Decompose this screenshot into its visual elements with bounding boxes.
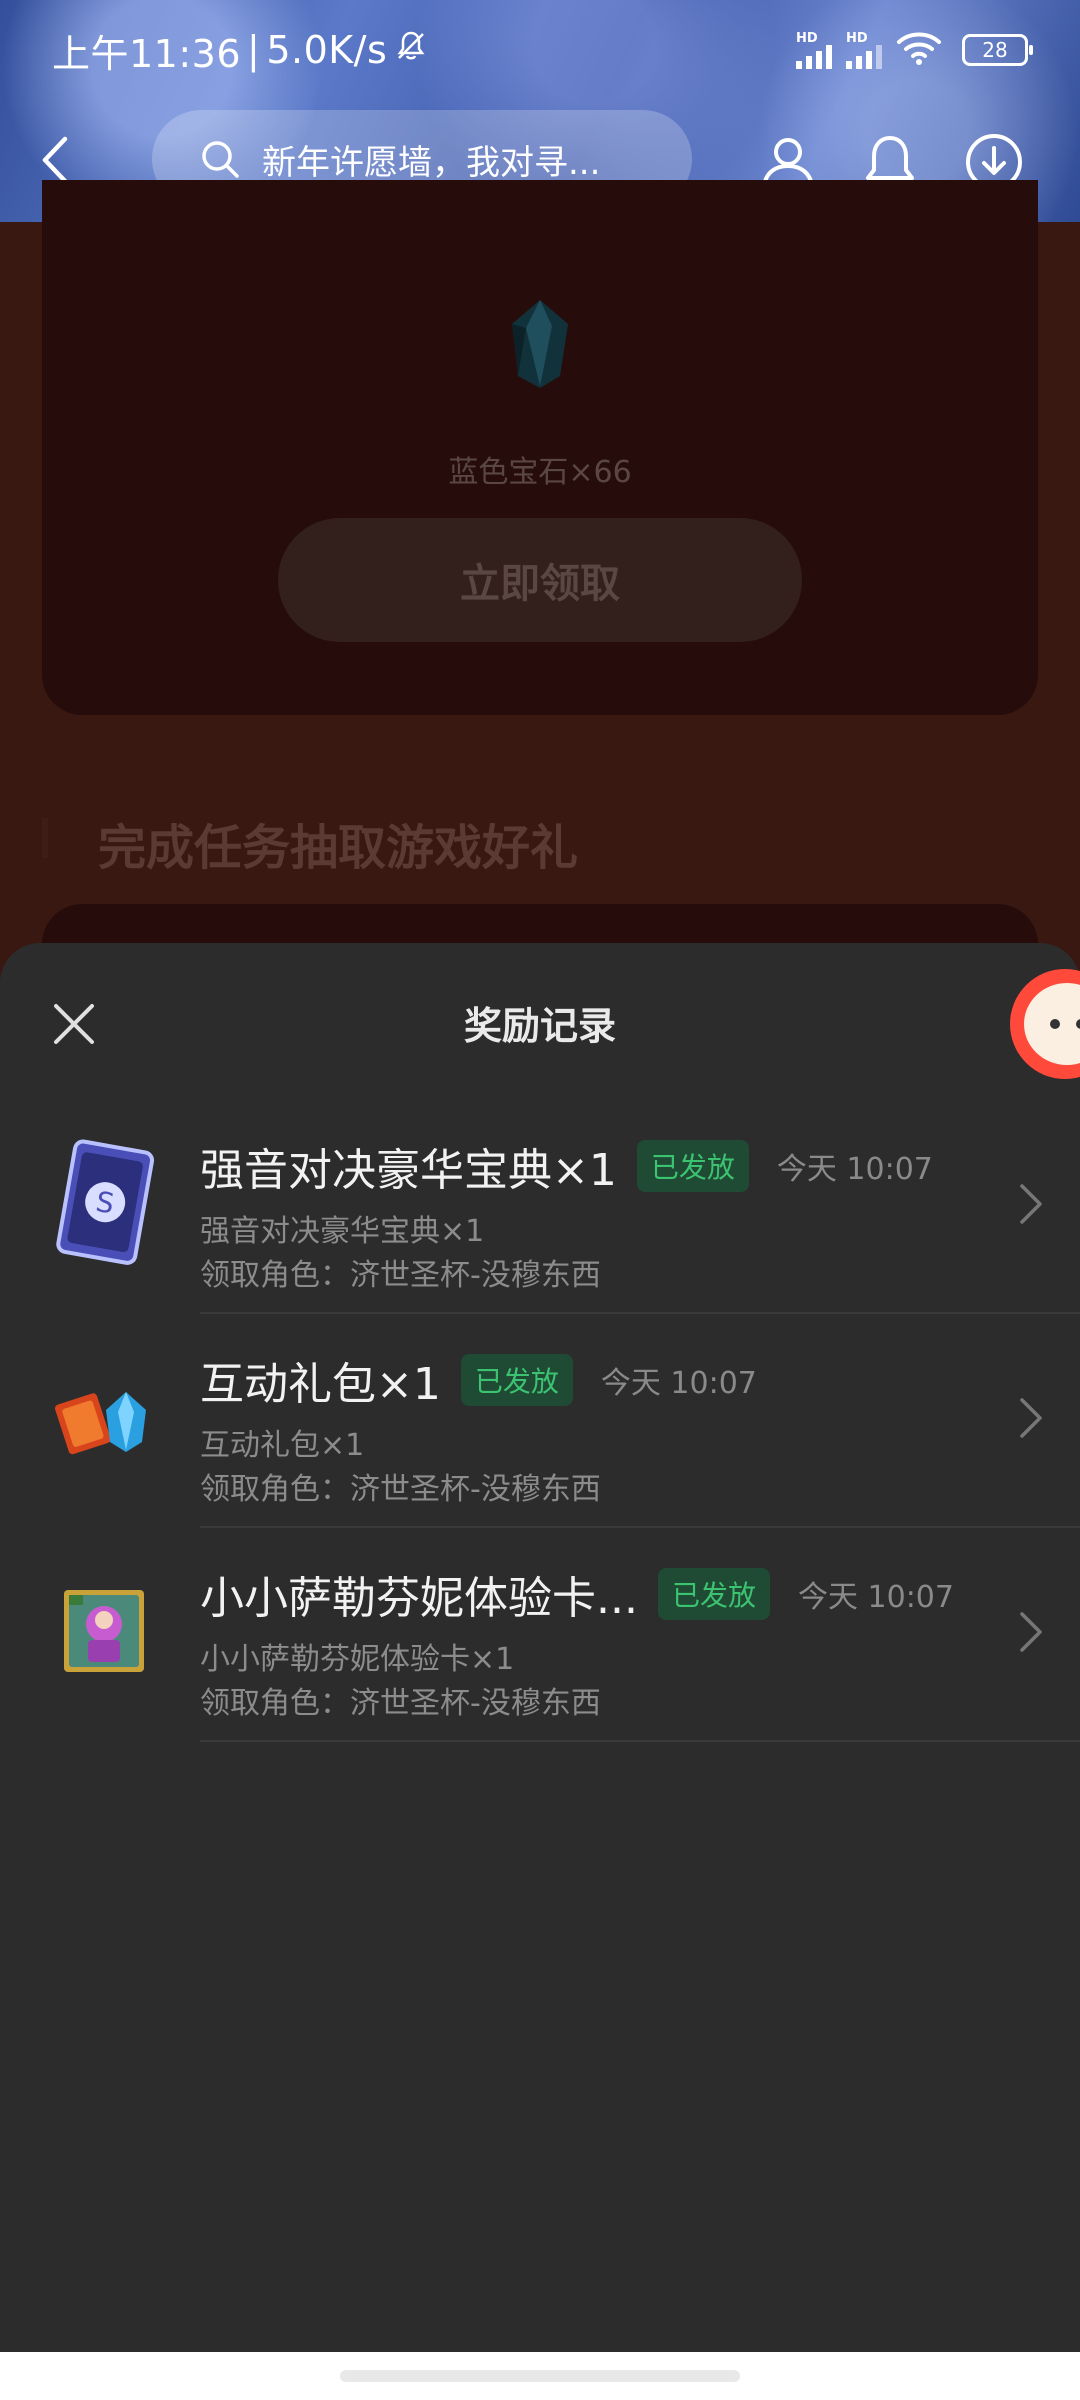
status-left: 上午11:36 | 5.0K/s: [52, 23, 429, 78]
deluxe-book-icon: S: [56, 1139, 155, 1265]
back-icon: [42, 136, 68, 184]
record-list: S 强音对决豪华宝典×1 已发放 今天 10:07 强音对决豪华宝典×1 领取角…: [0, 1100, 1080, 1742]
record-role: 领取角色：济世圣杯-没穆东西: [200, 1258, 601, 1293]
gift-pack-icon: [54, 1392, 146, 1455]
record-time: 今天 10:07: [797, 1580, 954, 1615]
blue-gem-icon: [508, 298, 572, 390]
section-title: 完成任务抽取游戏好礼: [98, 820, 579, 876]
record-subtitle: 小小萨勒芬妮体验卡×1: [200, 1642, 515, 1677]
chevron-right-icon: [1020, 1184, 1042, 1224]
battery-level: 28: [982, 38, 1008, 62]
sheet-title: 奖励记录: [463, 1004, 616, 1048]
search-placeholder: 新年许愿墙，我对寻...: [262, 142, 601, 183]
record-subtitle: 互动礼包×1: [200, 1428, 365, 1463]
list-item[interactable]: S 强音对决豪华宝典×1 已发放 今天 10:07 强音对决豪华宝典×1 领取角…: [0, 1100, 1080, 1314]
record-name-row: 强音对决豪华宝典×1 已发放 今天 10:07: [200, 1134, 933, 1198]
reward-item-label: 蓝色宝石×66: [448, 455, 632, 490]
signal-1-label: HD: [796, 30, 818, 46]
status-time: 上午11:36: [52, 31, 242, 76]
section-marker: [42, 818, 48, 858]
record-time: 今天 10:07: [600, 1366, 757, 1401]
record-name-row: 互动礼包×1 已发放 今天 10:07: [200, 1348, 757, 1412]
status-right: HD HD 28: [796, 30, 1033, 70]
chevron-right-icon: [1020, 1612, 1042, 1652]
record-time: 今天 10:07: [776, 1152, 933, 1187]
mascot-float-button[interactable]: [1010, 969, 1080, 1079]
row-divider: [200, 1740, 1080, 1742]
network-speed: 5.0K/s: [266, 28, 388, 72]
list-item[interactable]: 小小萨勒芬妮体验卡... 已发放 今天 10:07 小小萨勒芬妮体验卡×1 领取…: [0, 1528, 1080, 1742]
status-badge: 已发放: [460, 1354, 573, 1406]
reward-records-sheet: 奖励记录 S 强音对决豪华宝典×1 已发放 今天 10:07 强音对决豪华宝典×…: [0, 943, 1080, 2400]
record-name: 强音对决豪华宝典×1: [200, 1145, 617, 1196]
claim-button[interactable]: 立即领取: [278, 518, 802, 642]
status-badge: 已发放: [636, 1140, 749, 1192]
signal-2-label: HD: [846, 30, 868, 46]
status-badge: 已发放: [657, 1568, 770, 1620]
search-icon: [202, 141, 239, 178]
status-bar: 上午11:36 | 5.0K/s HD HD 28: [0, 0, 1080, 100]
status-separator: |: [247, 28, 261, 72]
record-name: 小小萨勒芬妮体验卡...: [200, 1573, 638, 1624]
mute-bell-icon: [393, 28, 429, 73]
record-name: 互动礼包×1: [200, 1359, 441, 1410]
wifi-icon: [896, 30, 942, 70]
hero-trial-card-icon: [64, 1590, 144, 1672]
record-name-row: 小小萨勒芬妮体验卡... 已发放 今天 10:07: [200, 1562, 954, 1626]
record-role: 领取角色：济世圣杯-没穆东西: [200, 1686, 601, 1721]
home-indicator[interactable]: [340, 2370, 740, 2382]
signal-1-icon: HD: [796, 32, 832, 69]
record-subtitle: 强音对决豪华宝典×1: [200, 1214, 485, 1249]
signal-2-icon: HD: [846, 32, 882, 69]
list-item[interactable]: 互动礼包×1 已发放 今天 10:07 互动礼包×1 领取角色：济世圣杯-没穆东…: [0, 1314, 1080, 1528]
chevron-right-icon: [1020, 1398, 1042, 1438]
record-role: 领取角色：济世圣杯-没穆东西: [200, 1472, 601, 1507]
battery-indicator: 28: [962, 34, 1033, 66]
